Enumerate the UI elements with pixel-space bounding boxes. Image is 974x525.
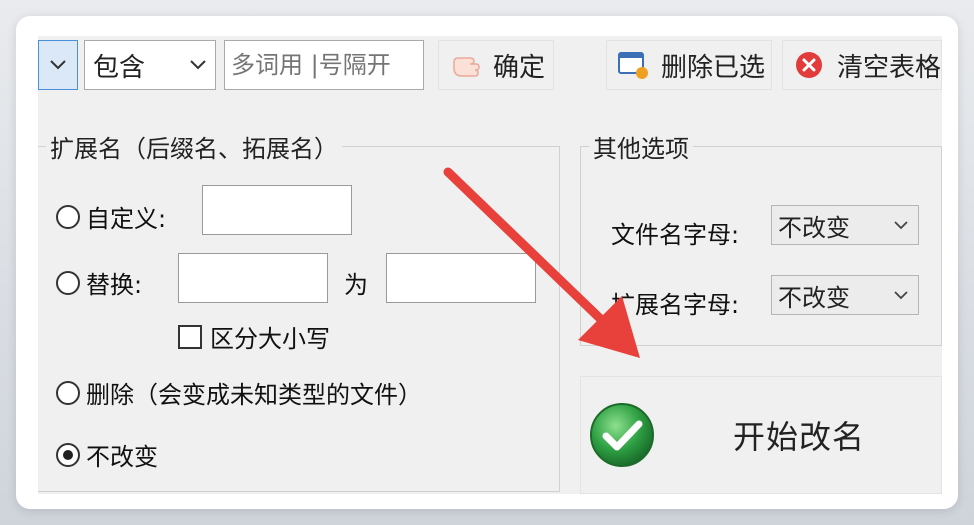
radio-unchanged-button[interactable] (56, 442, 80, 467)
radio-delete[interactable]: 删除（会变成未知类型的文件） (56, 375, 422, 410)
replace-to-input[interactable] (386, 253, 536, 303)
extension-group: 扩展名（后缀名、拓展名） 自定义: 替换: 为 区分大小写 删除（会变成未知类型… (38, 129, 560, 492)
ext-case-value: 不改变 (778, 283, 850, 312)
field-select[interactable] (38, 40, 78, 90)
other-options-title: 其他选项 (589, 129, 693, 164)
window-frame: 包含 确定 (16, 16, 958, 509)
radio-unchanged[interactable]: 不改变 (56, 437, 158, 472)
radio-replace-label: 替换: (86, 271, 143, 299)
radio-replace[interactable]: 替换: (56, 265, 142, 300)
ext-case-select[interactable]: 不改变 (771, 275, 919, 315)
match-mode-select[interactable]: 包含 (84, 40, 216, 90)
green-check-icon (587, 400, 657, 470)
confirm-button[interactable]: 确定 (438, 40, 554, 90)
filter-keywords-input[interactable] (224, 40, 424, 90)
window-delete-icon (613, 45, 653, 85)
radio-delete-label: 删除（会变成未知类型的文件） (86, 381, 422, 409)
radio-unchanged-label: 不改变 (86, 443, 158, 471)
pointing-hand-icon (445, 45, 485, 85)
radio-custom[interactable]: 自定义: (56, 199, 166, 234)
chevron-down-icon (884, 276, 918, 314)
case-sensitive-label: 区分大小写 (210, 325, 330, 353)
filename-case-select[interactable]: 不改变 (771, 205, 919, 245)
toolbar: 包含 确定 (38, 36, 942, 116)
delete-selected-label: 删除已选 (661, 52, 766, 83)
chevron-down-icon (884, 206, 918, 244)
radio-custom-button[interactable] (56, 204, 80, 229)
rename-panel: 包含 确定 (38, 36, 942, 494)
match-mode-value: 包含 (93, 52, 146, 83)
case-sensitive-checkbox[interactable]: 区分大小写 (178, 319, 330, 354)
confirm-label: 确定 (493, 52, 546, 83)
replace-with-label: 为 (344, 271, 368, 299)
filename-case-label: 文件名字母: (611, 221, 740, 249)
delete-selected-button[interactable]: 删除已选 (606, 40, 772, 90)
other-options-group: 其他选项 文件名字母: 不改变 扩展名字母: 不改变 (580, 129, 942, 346)
radio-replace-button[interactable] (56, 270, 80, 295)
chevron-down-icon (181, 41, 215, 89)
radio-custom-label: 自定义: (86, 205, 167, 233)
start-rename-button[interactable]: 开始改名 (580, 376, 942, 494)
replace-from-input[interactable] (178, 253, 328, 303)
clear-table-button[interactable]: 清空表格 (782, 40, 942, 90)
clear-table-label: 清空表格 (837, 52, 942, 83)
radio-delete-button[interactable] (56, 380, 80, 405)
start-rename-label: 开始改名 (733, 418, 866, 456)
custom-extension-input[interactable] (202, 185, 352, 235)
case-sensitive-box[interactable] (178, 324, 202, 349)
ext-case-label: 扩展名字母: (611, 291, 740, 319)
chevron-down-icon (39, 41, 77, 89)
red-x-icon (789, 45, 829, 85)
extension-group-title: 扩展名（后缀名、拓展名） (46, 129, 342, 164)
filename-case-value: 不改变 (778, 213, 850, 242)
